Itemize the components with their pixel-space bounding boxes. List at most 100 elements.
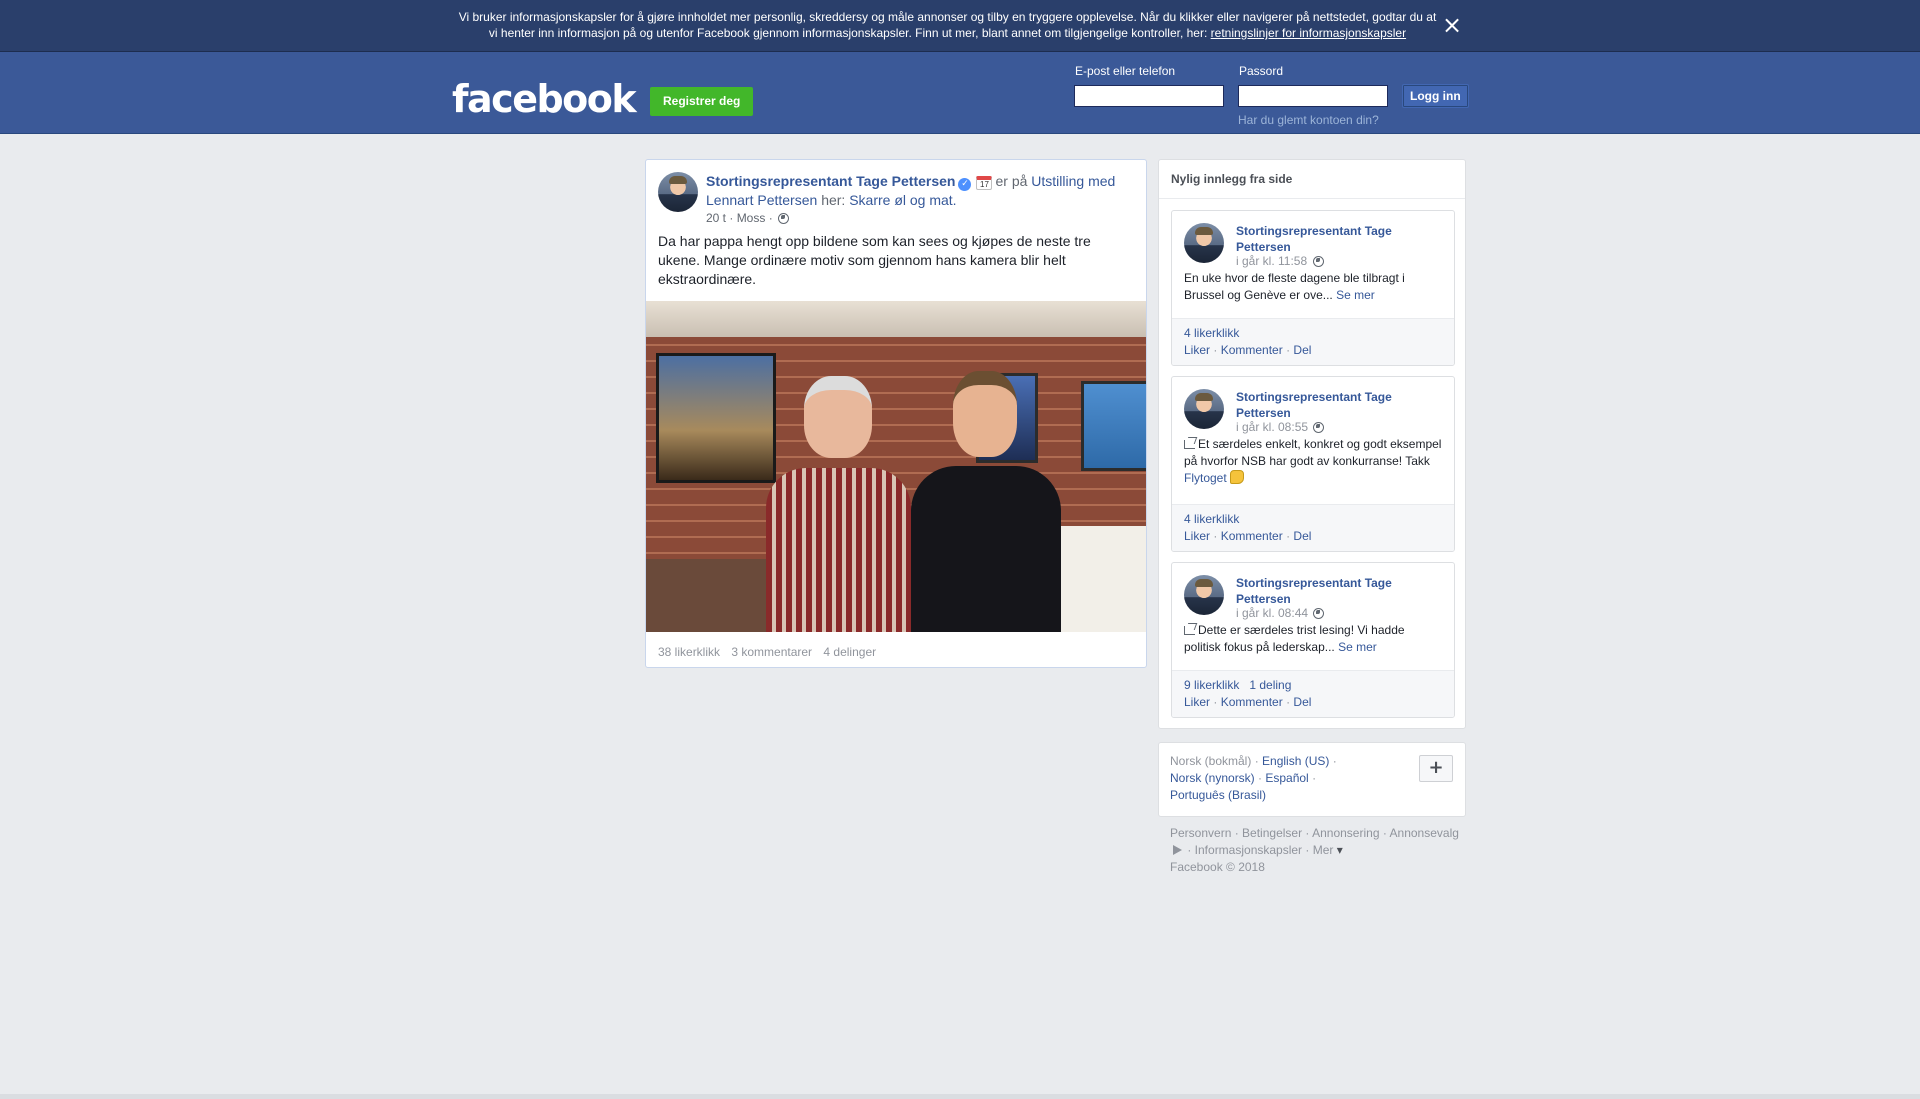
forgot-account-link[interactable]: Har du glemt kontoen din? — [1238, 113, 1379, 127]
comment-button[interactable]: Kommenter — [1221, 343, 1283, 357]
author-avatar[interactable] — [1184, 223, 1224, 263]
cookie-policy-link[interactable]: retningslinjer for informasjonskapsler — [1211, 26, 1406, 40]
current-language: Norsk (bokmål) — [1170, 754, 1252, 768]
post-author-link[interactable]: Stortingsrepresentant Tage Pettersen — [706, 173, 955, 189]
password-field[interactable] — [1238, 85, 1388, 107]
footer-link-more[interactable]: Mer — [1313, 843, 1334, 857]
globe-icon — [1312, 256, 1324, 267]
shares-count[interactable]: 4 delinger — [823, 645, 876, 659]
post-meta: 20 t · Moss · — [706, 211, 790, 225]
person-head — [953, 371, 1017, 457]
thumbs-up-icon — [1229, 470, 1244, 484]
language-option[interactable]: Norsk (nynorsk) — [1170, 771, 1255, 785]
see-more-link[interactable]: Se mer — [1336, 288, 1375, 302]
ceiling-beam — [646, 301, 1146, 337]
person-head — [804, 376, 872, 458]
footer-link-terms[interactable]: Betingelser — [1242, 826, 1302, 840]
language-selector: Norsk (bokmål) · English (US) · Norsk (n… — [1158, 742, 1466, 817]
footer-link-cookies[interactable]: Informasjonskapsler — [1195, 843, 1302, 857]
page-footer: Personvern · Betingelser · Annonsering ·… — [1170, 826, 1459, 874]
copyright: Facebook © 2018 — [1170, 860, 1265, 874]
verified-badge-icon: ✓ — [958, 178, 972, 191]
comments-count[interactable]: 3 kommentarer — [731, 645, 812, 659]
language-option[interactable]: Español — [1265, 771, 1308, 785]
card-shares-count[interactable]: 1 deling — [1249, 678, 1291, 692]
bottom-divider — [0, 1094, 1920, 1099]
card-text: En uke hvor de fleste dagene ble tilbrag… — [1184, 270, 1444, 304]
card-footer: 4 likerklikk Liker · Kommenter · Del — [1172, 318, 1454, 365]
author-avatar[interactable] — [1184, 389, 1224, 429]
likes-count[interactable]: 38 likerklikk — [658, 645, 720, 659]
card-footer: 4 likerklikk Liker · Kommenter · Del — [1172, 504, 1454, 551]
card-likes-count[interactable]: 4 likerklikk — [1184, 326, 1239, 340]
card-text: Dette er særdeles trist lesing! Vi hadde… — [1184, 622, 1444, 656]
card-footer: 9 likerklikk 1 deling Liker · Kommenter … — [1172, 670, 1454, 717]
painting-frame — [656, 353, 776, 483]
recent-posts-panel: Nylig innlegg fra side Stortingsrepresen… — [1158, 159, 1466, 729]
recent-post-card: Stortingsrepresentant Tage Pettersen i g… — [1171, 562, 1455, 718]
globe-icon — [778, 213, 790, 224]
close-icon[interactable]: × — [1441, 13, 1463, 37]
card-likes-count[interactable]: 4 likerklikk — [1184, 512, 1239, 526]
person-body — [766, 468, 911, 632]
login-button[interactable]: Logg inn — [1402, 84, 1469, 108]
card-author-link[interactable]: Stortingsrepresentant Tage Pettersen — [1236, 389, 1436, 421]
author-avatar[interactable] — [1184, 575, 1224, 615]
language-list: Norsk (bokmål) · English (US) · Norsk (n… — [1170, 754, 1337, 802]
shared-link-icon — [1184, 626, 1195, 635]
like-button[interactable]: Liker — [1184, 343, 1210, 357]
share-button[interactable]: Del — [1293, 343, 1311, 357]
comment-button[interactable]: Kommenter — [1221, 695, 1283, 709]
person-body — [911, 466, 1061, 632]
card-author-link[interactable]: Stortingsrepresentant Tage Pettersen — [1236, 575, 1436, 607]
footer-link-privacy[interactable]: Personvern — [1170, 826, 1231, 840]
post-photo[interactable] — [646, 301, 1146, 632]
shared-link-icon — [1184, 440, 1195, 449]
card-text-body: Et særdeles enkelt, konkret og godt ekse… — [1184, 437, 1442, 468]
register-button[interactable]: Registrer deg — [650, 87, 754, 116]
recent-posts-title: Nylig innlegg fra side — [1159, 160, 1465, 199]
person-right — [911, 371, 1061, 632]
language-option[interactable]: English (US) — [1262, 754, 1329, 768]
facebook-logo[interactable]: facebook — [452, 77, 637, 121]
place-link[interactable]: Skarre øl og mat. — [849, 192, 956, 208]
globe-icon — [1313, 608, 1325, 619]
card-time: i går kl. 08:44 — [1236, 606, 1325, 620]
painting-frame — [1081, 381, 1146, 471]
post-time-link[interactable]: 20 t — [706, 211, 726, 225]
calendar-icon: 17 — [976, 176, 993, 190]
comment-button[interactable]: Kommenter — [1221, 529, 1283, 543]
cookie-banner-text: Vi bruker informasjonskapsler for å gjør… — [455, 9, 1440, 41]
see-more-link[interactable]: Se mer — [1338, 640, 1377, 654]
email-field[interactable] — [1074, 85, 1224, 107]
share-button[interactable]: Del — [1293, 529, 1311, 543]
like-button[interactable]: Liker — [1184, 695, 1210, 709]
card-time-link[interactable]: i går kl. 11:58 — [1236, 254, 1307, 268]
post-card: Stortingsrepresentant Tage Pettersen ✓ 17 e… — [645, 159, 1147, 668]
footer-link-advertising[interactable]: Annonsering — [1312, 826, 1379, 840]
cookie-banner: Vi bruker informasjonskapsler for å gjør… — [0, 0, 1920, 52]
place-prefix: her: — [821, 192, 846, 208]
mention-link[interactable]: Flytoget — [1184, 471, 1227, 485]
card-text: Et særdeles enkelt, konkret og godt ekse… — [1184, 436, 1444, 487]
card-time: i går kl. 11:58 — [1236, 254, 1324, 268]
card-author-link[interactable]: Stortingsrepresentant Tage Pettersen — [1236, 223, 1436, 255]
activity-prefix: er på — [995, 173, 1028, 189]
like-button[interactable]: Liker — [1184, 529, 1210, 543]
footer-link-adchoices[interactable]: Annonsevalg — [1390, 826, 1459, 840]
author-avatar[interactable] — [658, 172, 698, 212]
card-time-link[interactable]: i går kl. 08:55 — [1236, 420, 1308, 434]
card-time: i går kl. 08:55 — [1236, 420, 1325, 434]
card-time-link[interactable]: i går kl. 08:44 — [1236, 606, 1308, 620]
recent-post-card: Stortingsrepresentant Tage Pettersen i g… — [1171, 376, 1455, 552]
top-bar: facebook Registrer deg E-post eller tele… — [0, 52, 1920, 134]
share-button[interactable]: Del — [1293, 695, 1311, 709]
card-likes-count[interactable]: 9 likerklikk — [1184, 678, 1239, 692]
more-languages-button[interactable]: + — [1419, 755, 1453, 782]
person-left — [766, 376, 911, 632]
post-location-link[interactable]: Moss — [737, 211, 766, 225]
post-text: Da har pappa hengt opp bildene som kan s… — [658, 233, 1091, 287]
language-option[interactable]: Português (Brasil) — [1170, 788, 1266, 802]
post-header: Stortingsrepresentant Tage Pettersen ✓ 17 e… — [706, 172, 1126, 210]
recent-post-card: Stortingsrepresentant Tage Pettersen i g… — [1171, 210, 1455, 366]
